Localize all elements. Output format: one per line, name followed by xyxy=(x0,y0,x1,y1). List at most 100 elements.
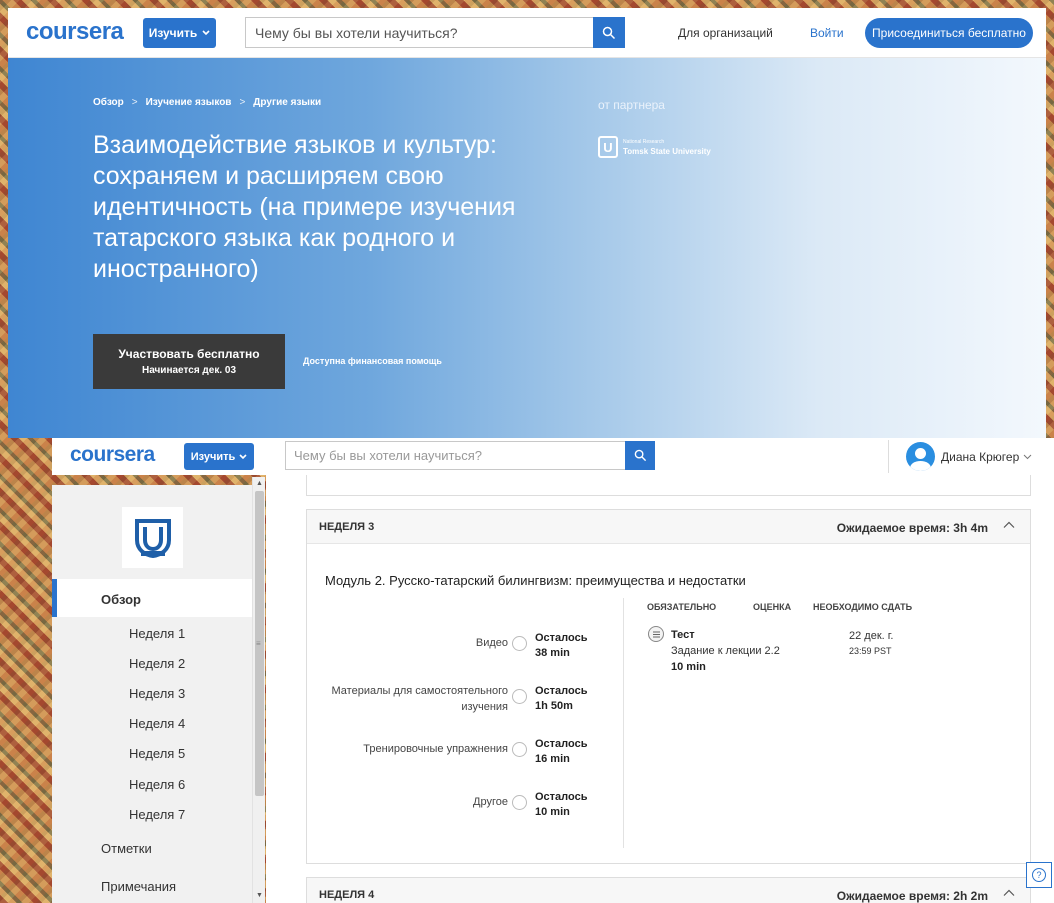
previous-week-card xyxy=(306,475,1031,496)
university-logo[interactable] xyxy=(122,507,183,568)
column-header-required: ОБЯЗАТЕЛЬНО xyxy=(647,602,717,612)
scroll-down-icon[interactable]: ▼ xyxy=(256,892,263,899)
material-label: Материалы для самостоятельного изучения xyxy=(331,685,509,713)
enroll-free-button[interactable]: Участвовать бесплатно Начинается дек. 03 xyxy=(93,334,285,389)
breadcrumb-overview[interactable]: Обзор xyxy=(93,97,124,108)
week-3-header[interactable]: НЕДЕЛЯ 3 Ожидаемое время: 3h 4m xyxy=(307,510,1030,544)
sidebar-item-grades[interactable]: Отметки xyxy=(101,841,152,856)
help-button[interactable]: ? xyxy=(1026,862,1052,888)
progress-circle-icon xyxy=(512,689,527,704)
explore-button-label: Изучить xyxy=(190,450,236,463)
help-icon: ? xyxy=(1032,868,1046,882)
week-4-card: НЕДЕЛЯ 4 Ожидаемое время: 2h 2m xyxy=(306,877,1031,903)
search-button[interactable] xyxy=(593,17,625,48)
course-hero-banner: Обзор > Изучение языков > Другие языки В… xyxy=(8,58,1046,438)
module-title: Модуль 2. Русско-татарский билингвизм: п… xyxy=(325,573,746,588)
material-row-practice: Тренировочные упражнения Осталось 16 min xyxy=(307,736,607,776)
material-label: Тренировочные упражнения xyxy=(363,743,508,755)
coursera-logo[interactable]: coursera xyxy=(70,443,155,467)
material-row-video: Видео Осталось 38 min xyxy=(307,630,607,670)
financial-aid-link[interactable]: Доступна финансовая помощь xyxy=(303,356,442,366)
week-3-title: НЕДЕЛЯ 3 xyxy=(319,521,375,533)
week-4-title: НЕДЕЛЯ 4 xyxy=(319,889,375,901)
task-type: Тест xyxy=(671,629,695,641)
sidebar-item-notes[interactable]: Примечания xyxy=(101,879,176,894)
column-divider xyxy=(623,598,624,848)
column-header-due: НЕОБХОДИМО СДАТЬ xyxy=(813,602,913,612)
partner-logo-name: Tomsk State University xyxy=(623,147,711,156)
week-3-estimated-time: Ожидаемое время: 3h 4m xyxy=(836,521,988,535)
join-free-button[interactable]: Присоединиться бесплатно xyxy=(865,18,1033,48)
course-main-content: НЕДЕЛЯ 3 Ожидаемое время: 3h 4m Модуль 2… xyxy=(266,475,1054,903)
tsu-logo-icon: U xyxy=(598,136,618,158)
task-link[interactable]: Задание к лекции 2.2 xyxy=(671,645,780,657)
search-icon xyxy=(602,26,616,39)
sidebar-item-week-6[interactable]: Неделя 6 xyxy=(129,777,185,792)
coursera-logo[interactable]: coursera xyxy=(26,18,124,46)
week-4-header[interactable]: НЕДЕЛЯ 4 Ожидаемое время: 2h 2m xyxy=(307,878,1030,903)
sidebar-item-week-7[interactable]: Неделя 7 xyxy=(129,807,185,822)
material-remaining-label: Осталось xyxy=(535,685,588,697)
material-remaining-time: 1h 50m xyxy=(535,700,573,712)
week-3-card: НЕДЕЛЯ 3 Ожидаемое время: 3h 4m Модуль 2… xyxy=(306,509,1031,864)
partner-logo[interactable]: U National Research Tomsk State Universi… xyxy=(598,136,711,158)
breadcrumb-separator: > xyxy=(239,97,246,108)
course-title: Взаимодействие языков и культур: сохраня… xyxy=(93,131,516,283)
top-navbar-logged-in: coursera Изучить Чему бы вы хотели научи… xyxy=(52,438,1054,475)
breadcrumb-separator: > xyxy=(131,97,138,108)
for-organizations-link[interactable]: Для организаций xyxy=(678,26,773,40)
material-remaining-label: Осталось xyxy=(535,791,588,803)
search-button[interactable] xyxy=(625,441,655,470)
top-navbar: coursera Изучить Чему бы вы хотели научи… xyxy=(8,8,1046,58)
sidebar-item-week-1[interactable]: Неделя 1 xyxy=(129,626,185,641)
material-label: Другое xyxy=(473,796,508,808)
quiz-icon xyxy=(648,626,664,642)
sidebar-item-overview-label: Обзор xyxy=(101,592,141,607)
breadcrumb: Обзор > Изучение языков > Другие языки xyxy=(93,97,321,108)
scrollbar-grip-icon: ≡ xyxy=(256,639,261,648)
week-4-estimated-time: Ожидаемое время: 2h 2m xyxy=(836,889,988,903)
tsu-shield-icon xyxy=(134,518,171,558)
enroll-label: Участвовать бесплатно xyxy=(118,347,260,361)
search-icon xyxy=(634,449,646,462)
sidebar-item-week-3[interactable]: Неделя 3 xyxy=(129,686,185,701)
explore-button[interactable]: Изучить xyxy=(184,443,254,470)
search-input[interactable]: Чему бы вы хотели научиться? xyxy=(285,441,625,470)
progress-circle-icon xyxy=(512,742,527,757)
task-due-date: 22 дек. г. xyxy=(849,630,894,642)
explore-button[interactable]: Изучить xyxy=(143,18,216,48)
search-input[interactable]: Чему бы вы хотели научиться? xyxy=(245,17,593,48)
task-duration: 10 min xyxy=(671,661,706,673)
material-label: Видео xyxy=(475,637,508,649)
enroll-start-date: Начинается дек. 03 xyxy=(141,365,237,376)
sidebar-item-week-2[interactable]: Неделя 2 xyxy=(129,656,185,671)
user-menu[interactable]: Диана Крюгер xyxy=(941,450,1032,464)
login-link[interactable]: Войти xyxy=(810,26,844,40)
course-landing-screenshot: coursera Изучить Чему бы вы хотели научи… xyxy=(8,8,1046,438)
course-sidebar: Обзор Неделя 1 Неделя 2 Неделя 3 Неделя … xyxy=(52,485,252,903)
navbar-divider xyxy=(888,440,889,473)
material-remaining-label: Осталось xyxy=(535,738,588,750)
breadcrumb-language-learning[interactable]: Изучение языков xyxy=(146,97,232,108)
explore-button-label: Изучить xyxy=(148,26,198,40)
chevron-down-icon xyxy=(239,453,247,459)
task-due-time: 23:59 PST xyxy=(849,646,892,656)
progress-circle-icon xyxy=(512,795,527,810)
sidebar-item-week-5[interactable]: Неделя 5 xyxy=(129,746,185,761)
partner-label: от партнера xyxy=(598,98,665,112)
material-remaining-label: Осталось xyxy=(535,632,588,644)
user-avatar[interactable] xyxy=(906,442,935,471)
material-row-other: Другое Осталось 10 min xyxy=(307,789,607,829)
chevron-up-icon[interactable] xyxy=(1002,886,1016,900)
sidebar-item-overview[interactable] xyxy=(52,579,252,617)
material-remaining-time: 38 min xyxy=(535,647,570,659)
scroll-up-icon[interactable]: ▲ xyxy=(256,480,263,487)
chevron-up-icon[interactable] xyxy=(1002,518,1016,532)
material-row-self-study: Материалы для самостоятельного изучения … xyxy=(307,683,607,723)
sidebar-item-week-4[interactable]: Неделя 4 xyxy=(129,716,185,731)
breadcrumb-other-languages[interactable]: Другие языки xyxy=(253,97,321,108)
sidebar-scrollbar[interactable]: ▲ ≡ ▼ xyxy=(252,477,265,903)
material-remaining-time: 10 min xyxy=(535,806,570,818)
chevron-down-icon xyxy=(202,30,210,36)
partner-logo-subtitle: National Research xyxy=(623,139,665,145)
